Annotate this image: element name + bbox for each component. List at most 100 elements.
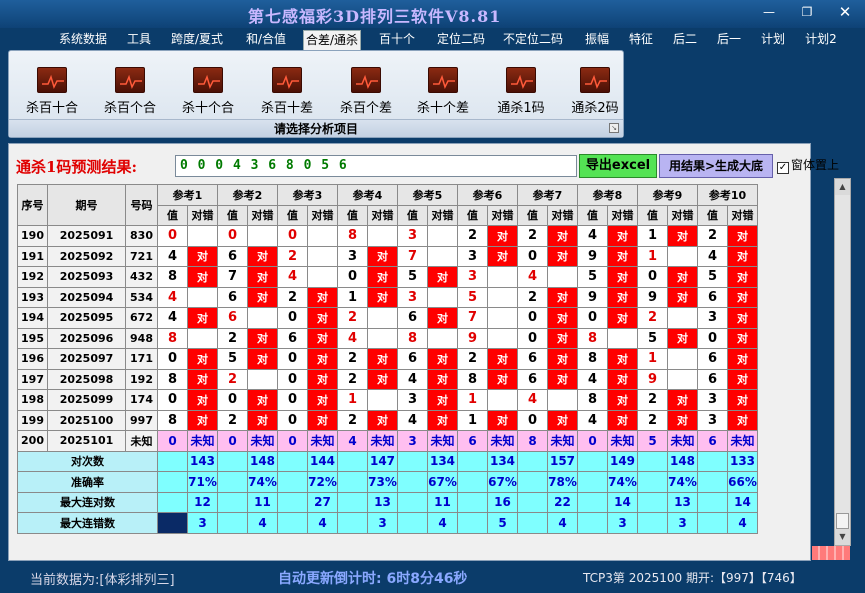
checkbox-check-icon[interactable]: ✓ — [777, 162, 789, 174]
menu-item-13[interactable]: 计划2 — [802, 30, 840, 50]
pin-window-checkbox[interactable]: ✓ 窗体置上 — [777, 156, 839, 174]
prediction-result-field[interactable]: 0 0 0 4 3 6 8 0 5 6 — [175, 155, 577, 177]
ribbon-button-1[interactable]: 杀百个合 — [95, 65, 165, 125]
summary-spacer — [217, 450, 248, 472]
cell-hit: 对 — [487, 225, 518, 247]
cell-seq: 199 — [17, 409, 48, 431]
ribbon-button-6[interactable]: 通杀1码 — [486, 65, 556, 125]
ribbon-button-2[interactable]: 杀十个合 — [173, 65, 243, 125]
cell-value: 0 — [217, 430, 248, 452]
ribbon-button-3[interactable]: 杀百十差 — [252, 65, 322, 125]
menu-item-7[interactable]: 不定位二码 — [502, 30, 564, 50]
col-flag: 对错 — [187, 204, 218, 226]
cell-miss — [427, 327, 458, 349]
table-row-pending[interactable]: 200 2025101 未知 0 未知 0 未知 0 未知 4 未知 3 未知 6 未知 8 未知 0 未知 5 未知 6… — [17, 430, 758, 452]
col-flag: 对错 — [667, 204, 698, 226]
ribbon-button-0[interactable]: 杀百十合 — [17, 65, 87, 125]
cell-miss — [487, 266, 518, 288]
scroll-down-icon[interactable]: ▼ — [835, 529, 850, 545]
menu-item-12[interactable]: 计划 — [758, 30, 788, 50]
table-row[interactable]: 194 2025095 672 4 对 6 0 对 2 6 对 7 0 对 0 对 2 3 对 — [17, 307, 758, 329]
close-icon[interactable]: ✕ — [832, 3, 858, 21]
ribbon-button-5[interactable]: 杀十个差 — [408, 65, 478, 125]
cell-period: 2025096 — [47, 327, 126, 349]
col-ref: 参考4 — [337, 184, 398, 206]
summary-spacer — [397, 450, 428, 472]
summary-value: 73% — [367, 471, 398, 493]
menu-item-9[interactable]: 特征 — [626, 30, 656, 50]
menu-item-4[interactable]: 合差/通杀 — [303, 30, 361, 50]
table-row[interactable]: 191 2025092 721 4 对 6 对 2 3 对 7 3 对 0 对 9 对 1 4 对 — [17, 245, 758, 267]
col-flag: 对错 — [547, 204, 578, 226]
cell-hit: 对 — [187, 389, 218, 411]
cell-value: 3 — [697, 409, 728, 431]
col-value: 值 — [397, 204, 428, 226]
generate-base-button[interactable]: 用结果>生成大底 — [659, 154, 773, 178]
summary-spacer — [457, 450, 488, 472]
cell-hit: 对 — [547, 409, 578, 431]
menu-item-11[interactable]: 后一 — [714, 30, 744, 50]
cell-value: 9 — [577, 245, 608, 267]
cell-hit: 对 — [547, 368, 578, 390]
cell-period: 2025092 — [47, 245, 126, 267]
cell-hit: 对 — [307, 368, 338, 390]
ribbon-button-7[interactable]: 通杀2码 — [560, 65, 630, 125]
summary-value: 27 — [307, 491, 338, 513]
table-row[interactable]: 199 2025100 997 8 对 2 对 0 对 2 对 4 对 1 对 0 对 4 对 2 对 3 对 — [17, 409, 758, 431]
cell-value: 0 — [697, 327, 728, 349]
cell-value: 0 — [157, 389, 188, 411]
table-row[interactable]: 196 2025097 171 0 对 5 对 0 对 2 对 6 对 2 对 6 对 8 对 1 6 对 — [17, 348, 758, 370]
col-value: 值 — [517, 204, 548, 226]
cell-value: 1 — [457, 409, 488, 431]
scroll-up-icon[interactable]: ▲ — [835, 179, 850, 195]
ribbon-button-4[interactable]: 杀百个差 — [331, 65, 401, 125]
cell-hit: 对 — [307, 409, 338, 431]
menu-item-6[interactable]: 定位二码 — [434, 30, 488, 50]
cell-value: 3 — [397, 430, 428, 452]
cell-period: 2025093 — [47, 266, 126, 288]
cell-hit: 对 — [727, 409, 758, 431]
table-row[interactable]: 197 2025098 192 8 对 2 0 对 2 对 4 对 8 对 6 对 4 对 9 6 对 — [17, 368, 758, 390]
menu-item-2[interactable]: 跨度/夏式 — [168, 30, 226, 50]
summary-value: 22 — [547, 491, 578, 513]
scroll-thumb[interactable] — [836, 513, 849, 529]
cell-hit: 对 — [307, 307, 338, 329]
vertical-scrollbar[interactable]: ▲ ▼ — [834, 178, 851, 546]
cell-unknown: 未知 — [667, 430, 698, 452]
menu-item-5[interactable]: 百十个 — [378, 30, 416, 50]
cell-hit: 对 — [607, 348, 638, 370]
summary-row: 最大连错数 3 4 4 3 4 5 4 3 3 4 — [17, 512, 758, 534]
cell-value: 0 — [517, 327, 548, 349]
col-ref: 参考8 — [577, 184, 638, 206]
table-row[interactable]: 192 2025093 432 8 对 7 对 4 0 对 5 对 3 4 5 对 0 对 5 对 — [17, 266, 758, 288]
menu-item-3[interactable]: 和/合值 — [242, 30, 290, 50]
table-row[interactable]: 193 2025094 534 4 6 对 2 对 1 对 3 5 2 对 9 对 9 对 6 对 — [17, 286, 758, 308]
cell-value: 0 — [637, 266, 668, 288]
cell-value: 6 — [697, 430, 728, 452]
cell-hit: 对 — [307, 286, 338, 308]
menu-item-8[interactable]: 振幅 — [582, 30, 612, 50]
chart-icon — [193, 67, 223, 93]
menu-item-10[interactable]: 后二 — [670, 30, 700, 50]
menu-item-0[interactable]: 系统数据 — [57, 30, 109, 50]
minimize-icon[interactable]: — — [756, 3, 782, 21]
cell-value: 3 — [697, 389, 728, 411]
cell-period: 2025097 — [47, 348, 126, 370]
summary-spacer — [397, 512, 428, 534]
table-row[interactable]: 195 2025096 948 8 2 对 6 对 4 8 9 0 对 8 5 对 0 对 — [17, 327, 758, 349]
ribbon-launcher-icon[interactable]: ↘ — [609, 123, 619, 133]
summary-label: 最大连对数 — [17, 491, 158, 513]
chart-icon — [37, 67, 67, 93]
menu-item-1[interactable]: 工具 — [124, 30, 154, 50]
table-row[interactable]: 190 2025091 830 0 0 0 8 3 2 对 2 对 4 对 1 对 2 对 — [17, 225, 758, 247]
cell-period: 2025100 — [47, 409, 126, 431]
summary-value: 133 — [727, 450, 758, 472]
export-excel-button[interactable]: 导出excel — [579, 154, 657, 178]
table-row[interactable]: 198 2025099 174 0 对 0 对 0 对 1 3 对 1 4 8 对 2 对 3 对 — [17, 389, 758, 411]
maximize-icon[interactable]: ❐ — [794, 3, 820, 21]
cell-miss — [487, 327, 518, 349]
cell-hit: 对 — [547, 245, 578, 267]
cell-hit: 对 — [187, 307, 218, 329]
cell-value: 9 — [457, 327, 488, 349]
cell-number: 174 — [125, 389, 158, 411]
